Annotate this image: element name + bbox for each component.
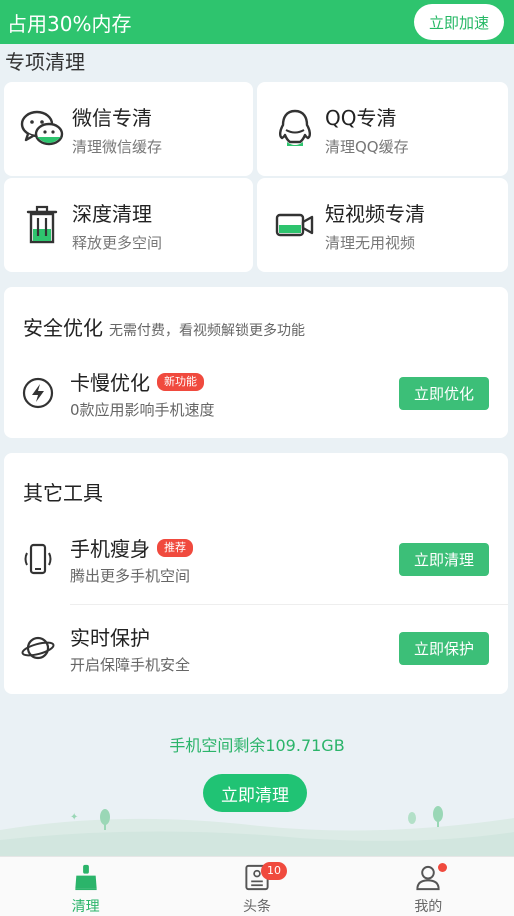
short-video-clean-title: 短视频专清: [325, 201, 425, 226]
short-video-clean-card[interactable]: 短视频专清 清理无用视频: [257, 178, 508, 272]
nav-label-news: 头条: [242, 899, 271, 915]
qq-clean-sub: 清理QQ缓存: [325, 137, 409, 156]
optimize-now-button[interactable]: 立即优化: [399, 377, 489, 410]
qq-icon: [273, 107, 317, 151]
deep-clean-card[interactable]: 深度清理 释放更多空间: [4, 178, 253, 272]
bottom-nav: 清理 10 头条 我的: [0, 856, 514, 916]
safety-title: 安全优化: [23, 316, 103, 340]
deep-clean-sub: 释放更多空间: [72, 233, 163, 252]
phone-slim-sub: 腾出更多手机空间: [70, 567, 191, 585]
video-camera-icon: [273, 203, 317, 247]
tools-divider: [70, 604, 508, 605]
realtime-protect-title-wrap: 实时保护: [70, 622, 150, 651]
boost-button[interactable]: 立即加速: [414, 4, 504, 40]
safety-panel: 安全优化 无需付费，看视频解锁更多功能 卡慢优化 新功能 0款应用影响手机速度 立…: [4, 287, 508, 438]
safety-heading: 安全优化 无需付费，看视频解锁更多功能: [23, 312, 305, 341]
qq-clean-card[interactable]: QQ专清 清理QQ缓存: [257, 82, 508, 176]
nav-item-mine[interactable]: 我的: [368, 857, 488, 916]
nav-label-mine: 我的: [414, 899, 443, 915]
lightning-icon: [22, 377, 54, 409]
phone-slim-title-wrap: 手机瘦身 推荐: [70, 533, 193, 562]
memory-banner: 占用30%内存 立即加速: [0, 0, 514, 44]
news-count-badge: 10: [260, 862, 287, 880]
lag-optimize-title: 卡慢优化: [70, 371, 150, 395]
storage-remaining-text: 手机空间剩余109.71GB: [169, 736, 345, 755]
phone-slim-title: 手机瘦身: [70, 537, 150, 561]
nav-item-clean[interactable]: 清理: [26, 857, 146, 916]
realtime-protect-sub: 开启保障手机安全: [70, 656, 191, 674]
trash-icon: [20, 203, 64, 247]
recommend-badge: 推荐: [157, 538, 193, 557]
lag-optimize-row[interactable]: 卡慢优化 新功能 0款应用影响手机速度 立即优化: [4, 353, 508, 433]
clean-now-button[interactable]: 立即清理: [399, 543, 489, 576]
nav-item-news[interactable]: 10 头条: [197, 857, 317, 916]
wechat-clean-sub: 清理微信缓存: [72, 137, 163, 156]
clean-now-main-button[interactable]: 立即清理: [203, 774, 307, 812]
deep-clean-title: 深度清理: [72, 201, 152, 226]
qq-clean-title: QQ专清: [325, 105, 397, 130]
broom-icon: [75, 864, 97, 891]
realtime-protect-title: 实时保护: [70, 626, 150, 650]
lag-optimize-title-wrap: 卡慢优化 新功能: [70, 367, 204, 396]
protect-now-button[interactable]: 立即保护: [399, 632, 489, 665]
svg-text:✦: ✦: [70, 812, 78, 823]
special-clean-title: 专项清理: [5, 50, 85, 74]
safety-subtitle: 无需付费，看视频解锁更多功能: [109, 323, 305, 339]
wechat-clean-title: 微信专清: [72, 105, 152, 130]
tools-title: 其它工具: [23, 481, 103, 505]
short-video-clean-sub: 清理无用视频: [325, 233, 416, 252]
nav-label-clean: 清理: [71, 899, 100, 915]
lag-optimize-sub: 0款应用影响手机速度: [70, 401, 215, 419]
new-feature-badge: 新功能: [157, 372, 204, 391]
wechat-clean-card[interactable]: 微信专清 清理微信缓存: [4, 82, 253, 176]
phone-slim-icon: [24, 543, 52, 575]
notification-dot: [438, 863, 448, 872]
realtime-protect-row[interactable]: 实时保护 开启保障手机安全 立即保护: [4, 608, 508, 688]
memory-usage-text: 占用30%内存: [7, 11, 132, 36]
planet-icon: [21, 636, 55, 660]
wechat-icon: [20, 107, 64, 151]
tools-panel: 其它工具 手机瘦身 推荐 腾出更多手机空间 立即清理 实时保护 开启保障手机安全…: [4, 453, 508, 694]
phone-slim-row[interactable]: 手机瘦身 推荐 腾出更多手机空间 立即清理: [4, 519, 508, 599]
